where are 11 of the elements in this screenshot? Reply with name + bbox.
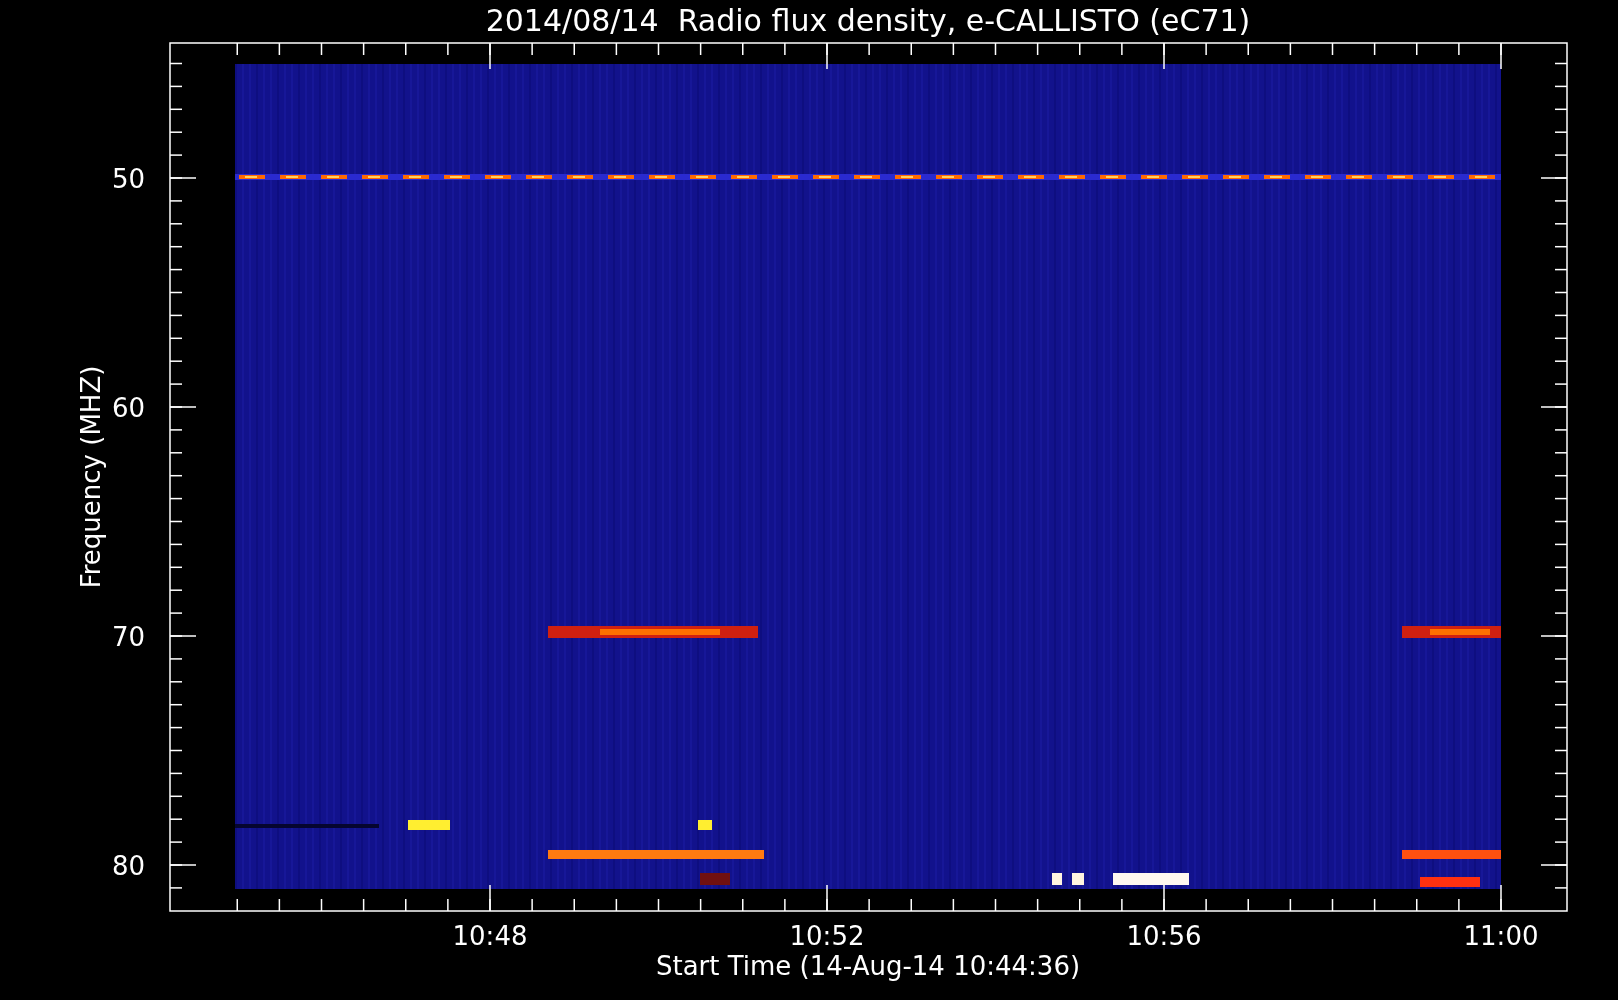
y-tick-label: 80: [111, 851, 145, 881]
x-tick-label: 10:56: [1126, 921, 1202, 951]
y-tick-label: 60: [111, 393, 145, 423]
x-tick-label: 10:48: [452, 921, 528, 951]
x-axis-label: Start Time (14-Aug-14 10:44:36): [655, 951, 1081, 981]
x-tick-label: 11:00: [1463, 921, 1539, 951]
x-tick-label: 10:52: [789, 921, 865, 951]
y-tick-label: 70: [111, 622, 145, 652]
chart-title: 2014/08/14 Radio flux density, e-CALLISTO (eC71): [485, 3, 1251, 38]
y-axis-label: Frequency (MHZ): [76, 365, 106, 589]
y-tick-label: 50: [111, 164, 145, 194]
